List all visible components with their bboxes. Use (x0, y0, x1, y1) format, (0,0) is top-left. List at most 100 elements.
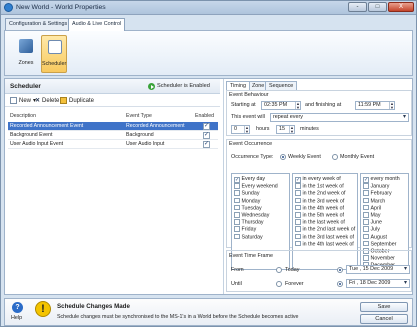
table-row[interactable]: User Audio Input Event User Audio Input … (8, 140, 218, 149)
finish-time-field[interactable]: 11:59 PM ▲ ▼ (355, 101, 395, 110)
spinner-icon[interactable]: ▲ ▼ (289, 126, 294, 133)
tab-sequence[interactable]: Sequence (265, 81, 298, 90)
month-option[interactable]: August (363, 233, 387, 241)
checkbox[interactable] (234, 226, 240, 232)
day-option[interactable]: Saturday (234, 233, 263, 241)
hours-field[interactable]: 0 ▲ ▼ (231, 125, 250, 134)
checkbox[interactable] (234, 204, 240, 211)
checkbox[interactable] (295, 183, 301, 189)
checkbox[interactable] (234, 233, 240, 240)
table-row[interactable]: Background Event Background ✓ (8, 131, 218, 140)
checkbox[interactable] (295, 240, 301, 247)
enabled-checkbox[interactable]: ✓ (203, 141, 210, 148)
maximize-button[interactable]: □ (368, 2, 387, 12)
scheduler-button[interactable]: Scheduler (41, 35, 67, 73)
checkbox[interactable] (363, 190, 369, 196)
checkbox[interactable]: ✓ (295, 177, 301, 183)
forever-radio[interactable] (276, 281, 282, 287)
day-option[interactable]: Friday (234, 226, 256, 233)
month-option[interactable]: May (363, 212, 381, 219)
checkbox[interactable] (363, 226, 369, 232)
minimize-button[interactable]: - (348, 2, 367, 12)
cancel-button[interactable]: Cancel (360, 314, 408, 324)
spinner-icon[interactable]: ▲ ▼ (295, 102, 300, 109)
until-date-radio[interactable] (337, 281, 343, 287)
new-button[interactable]: New ▾ (10, 97, 36, 104)
checkbox[interactable] (363, 183, 369, 189)
checkbox[interactable]: ✓ (234, 177, 240, 183)
month-option[interactable]: March (363, 197, 385, 205)
weekly-radio[interactable] (280, 154, 286, 160)
week-option[interactable]: in the 3rd last week of (295, 233, 354, 241)
week-option[interactable]: in the 4th last week of (295, 240, 354, 248)
from-date-picker[interactable]: Tue , 15 Dec 2009 (346, 265, 410, 274)
checkbox[interactable] (295, 219, 301, 225)
enabled-checkbox[interactable]: ✓ (203, 123, 210, 130)
checkbox[interactable] (234, 219, 240, 225)
checkbox[interactable] (295, 204, 301, 211)
tab-configuration-settings[interactable]: Configuration & Settings (5, 18, 72, 30)
close-button[interactable]: X (388, 2, 414, 12)
month-option[interactable]: April (363, 204, 381, 212)
tab-timing[interactable]: Timing (226, 81, 250, 90)
month-option[interactable]: February (363, 190, 392, 197)
delete-button[interactable]: ✕ Delete (35, 97, 59, 105)
month-option[interactable]: June (363, 219, 382, 226)
checkbox[interactable] (295, 226, 301, 232)
save-button[interactable]: Save (360, 302, 408, 312)
month-option[interactable]: September (363, 240, 396, 248)
duplicate-button[interactable]: Duplicate (60, 97, 94, 104)
day-option[interactable]: Sunday (234, 190, 259, 197)
spinner-icon[interactable]: ▲ ▼ (244, 126, 249, 133)
column-enabled[interactable]: Enabled (195, 112, 214, 121)
checkbox[interactable] (363, 204, 369, 211)
help-label[interactable]: Help (11, 315, 22, 321)
month-option[interactable]: ✓ every month (363, 176, 400, 183)
day-option[interactable]: Tuesday (234, 204, 262, 212)
checkbox[interactable] (363, 219, 369, 225)
checkbox[interactable] (234, 197, 240, 204)
checkbox[interactable] (295, 233, 301, 240)
week-option[interactable]: ✓ in every week of (295, 176, 341, 183)
column-description[interactable]: Description (10, 112, 36, 121)
title-bar[interactable]: New World - World Properties - □ X (1, 1, 416, 15)
column-event-type[interactable]: Event Type (126, 112, 152, 121)
checkbox[interactable] (234, 212, 240, 218)
checkbox[interactable] (363, 233, 369, 240)
enabled-checkbox[interactable]: ✓ (203, 132, 210, 139)
repeat-dropdown[interactable]: repeat every (270, 113, 409, 122)
day-option[interactable]: Monday (234, 197, 260, 205)
today-radio[interactable] (276, 267, 282, 273)
week-option[interactable]: in the 2nd last week of (295, 226, 355, 233)
month-option[interactable]: January (363, 183, 389, 190)
week-option[interactable]: in the 5th week of (295, 212, 344, 219)
checkbox[interactable] (363, 212, 369, 218)
minutes-field[interactable]: 15 ▲ ▼ (276, 125, 295, 134)
checkbox[interactable] (295, 190, 301, 196)
week-option[interactable]: in the 3rd week of (295, 197, 344, 205)
until-date-picker[interactable]: Fri , 18 Dec 2009 (346, 279, 410, 288)
play-icon[interactable] (148, 83, 155, 90)
week-option[interactable]: in the 2nd week of (295, 190, 346, 197)
table-row[interactable]: Recorded Announcement Event Recorded Ann… (8, 122, 218, 131)
monthly-radio[interactable] (332, 154, 338, 160)
day-option[interactable]: ✓ Every day (234, 176, 265, 183)
checkbox[interactable] (234, 183, 240, 189)
checkbox[interactable] (234, 190, 240, 196)
checkbox[interactable] (363, 197, 369, 204)
start-time-field[interactable]: 02:35 PM ▲ ▼ (261, 101, 301, 110)
week-option[interactable]: in the 1st week of (295, 183, 344, 190)
day-option[interactable]: Every weekend (234, 183, 278, 190)
spinner-icon[interactable]: ▲ ▼ (389, 102, 394, 109)
checkbox[interactable] (295, 212, 301, 218)
checkbox[interactable] (295, 197, 301, 204)
from-date-radio[interactable] (337, 267, 343, 273)
month-option[interactable]: July (363, 226, 380, 233)
week-option[interactable]: in the 4th week of (295, 204, 344, 212)
tab-audio-live-control[interactable]: Audio & Live Control (68, 18, 126, 31)
checkbox[interactable] (363, 240, 369, 247)
week-option[interactable]: in the last week of (295, 219, 345, 226)
day-option[interactable]: Thursday (234, 219, 264, 226)
checkbox[interactable]: ✓ (363, 177, 369, 183)
zones-button[interactable]: Zones (13, 35, 39, 73)
